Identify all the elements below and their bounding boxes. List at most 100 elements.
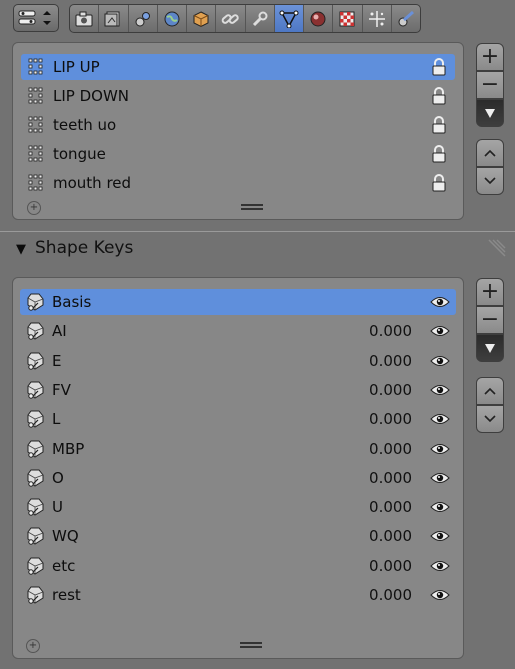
list-resize-handle[interactable] [240, 642, 262, 648]
tab-particles[interactable] [363, 5, 392, 32]
list-item[interactable]: etc 0.000 [20, 553, 456, 579]
move-shape-key-down-button[interactable] [476, 405, 504, 433]
shape-key-name: WQ [52, 527, 79, 546]
move-vertex-group-up-button[interactable] [476, 139, 504, 167]
add-shape-key-button[interactable]: + [476, 278, 504, 306]
eye-icon[interactable] [430, 351, 450, 371]
shape-key-icon [22, 318, 48, 344]
editor-type-button[interactable] [13, 4, 59, 32]
chevron-down-icon [484, 415, 496, 423]
eye-icon[interactable] [430, 409, 450, 429]
tab-world[interactable] [158, 5, 187, 32]
add-vertex-group-button[interactable]: + [476, 43, 504, 71]
remove-vertex-group-button[interactable]: − [476, 71, 504, 99]
list-item[interactable]: O 0.000 [20, 465, 456, 491]
tab-texture[interactable] [333, 5, 363, 32]
eye-icon[interactable] [430, 321, 450, 341]
list-item[interactable]: LIP UP [21, 54, 455, 80]
collapse-triangle-icon[interactable]: ▼ [16, 242, 26, 257]
move-vertex-group-down-button[interactable] [476, 167, 504, 195]
list-item[interactable]: U 0.000 [20, 494, 456, 520]
eye-icon[interactable] [430, 556, 450, 576]
eye-icon[interactable] [430, 439, 450, 459]
tab-material[interactable] [304, 5, 334, 32]
eye-icon[interactable] [430, 585, 450, 605]
tab-modifiers[interactable] [246, 5, 275, 32]
list-item[interactable]: teeth uo [21, 112, 455, 138]
shape-keys-panel-header[interactable]: ▼ Shape Keys [0, 231, 515, 266]
physics-icon [398, 10, 414, 26]
vertex-group-name: LIP DOWN [53, 87, 130, 105]
shape-key-value[interactable]: 0.000 [369, 352, 412, 370]
tab-constraints[interactable] [216, 5, 246, 32]
texture-checker-icon [339, 11, 355, 26]
dropdown-arrow-icon [485, 344, 495, 353]
tab-render-layers[interactable] [99, 5, 129, 32]
shape-key-value[interactable]: 0.000 [369, 322, 412, 340]
tab-data[interactable] [274, 5, 304, 32]
list-item[interactable]: AI 0.000 [20, 318, 456, 344]
eye-icon[interactable] [430, 468, 450, 488]
shape-key-value[interactable]: 0.000 [369, 440, 412, 458]
shape-key-name: U [52, 498, 63, 517]
shape-key-value[interactable]: 0.000 [369, 498, 412, 516]
list-item[interactable]: LIP DOWN [21, 83, 455, 109]
list-item[interactable]: WQ 0.000 [20, 523, 456, 549]
tab-scene[interactable] [129, 5, 158, 32]
vertex-group-specials-button[interactable] [476, 99, 504, 127]
shape-key-value[interactable]: 0.000 [369, 381, 412, 399]
eye-icon[interactable] [430, 380, 450, 400]
move-shape-key-up-button[interactable] [476, 377, 504, 405]
vertex-group-icon [23, 170, 49, 196]
list-item[interactable]: FV 0.000 [20, 377, 456, 403]
shape-key-name: rest [52, 586, 81, 604]
wrench-icon [252, 11, 268, 26]
list-item[interactable]: MBP 0.000 [20, 436, 456, 462]
vertex-group-icon [23, 141, 49, 167]
list-item[interactable]: mouth red [21, 170, 455, 196]
shape-key-value[interactable]: 0.000 [369, 410, 412, 428]
list-item[interactable]: L 0.000 [20, 406, 456, 432]
shape-key-name: O [52, 468, 64, 487]
shape-key-value[interactable]: 0.000 [369, 527, 412, 545]
shape-key-name: Basis [52, 293, 92, 311]
list-resize-handle[interactable] [241, 204, 263, 210]
filter-options-icon[interactable]: + [27, 201, 41, 215]
camera-icon [75, 11, 93, 26]
list-item[interactable]: E 0.000 [20, 348, 456, 374]
tab-render[interactable] [70, 5, 100, 32]
eye-icon[interactable] [430, 526, 450, 546]
shape-key-icon [22, 348, 48, 374]
remove-shape-key-button[interactable]: − [476, 306, 504, 334]
shape-key-specials-button[interactable] [476, 334, 504, 362]
lock-icon[interactable] [429, 144, 449, 164]
list-item[interactable]: Basis [20, 289, 456, 315]
shape-key-value[interactable]: 0.000 [369, 469, 412, 487]
list-item[interactable]: tongue [21, 141, 455, 167]
shape-key-value[interactable]: 0.000 [369, 557, 412, 575]
shape-key-icon [22, 289, 48, 315]
chevron-up-icon [484, 149, 496, 157]
panel-drag-grip-icon[interactable] [483, 236, 509, 262]
filter-options-icon[interactable]: + [26, 639, 40, 653]
render-layers-icon [104, 11, 120, 26]
list-item[interactable]: rest 0.000 [20, 582, 456, 608]
mesh-data-icon [279, 10, 299, 28]
tab-physics[interactable] [392, 5, 420, 32]
chevron-down-icon [484, 177, 496, 185]
tab-object[interactable] [187, 5, 217, 32]
material-icon [310, 11, 326, 26]
shape-key-name: AI [52, 322, 67, 341]
context-tabs [69, 4, 421, 33]
lock-icon[interactable] [429, 173, 449, 193]
eye-icon[interactable] [430, 292, 450, 312]
particles-icon [368, 10, 385, 27]
eye-icon[interactable] [430, 497, 450, 517]
shape-key-value[interactable]: 0.000 [369, 586, 412, 604]
lock-icon[interactable] [429, 57, 449, 77]
shape-key-name: E [52, 351, 62, 370]
lock-icon[interactable] [429, 115, 449, 135]
vertex-group-name: LIP UP [53, 58, 100, 76]
shape-key-icon [22, 553, 48, 579]
lock-icon[interactable] [429, 86, 449, 106]
